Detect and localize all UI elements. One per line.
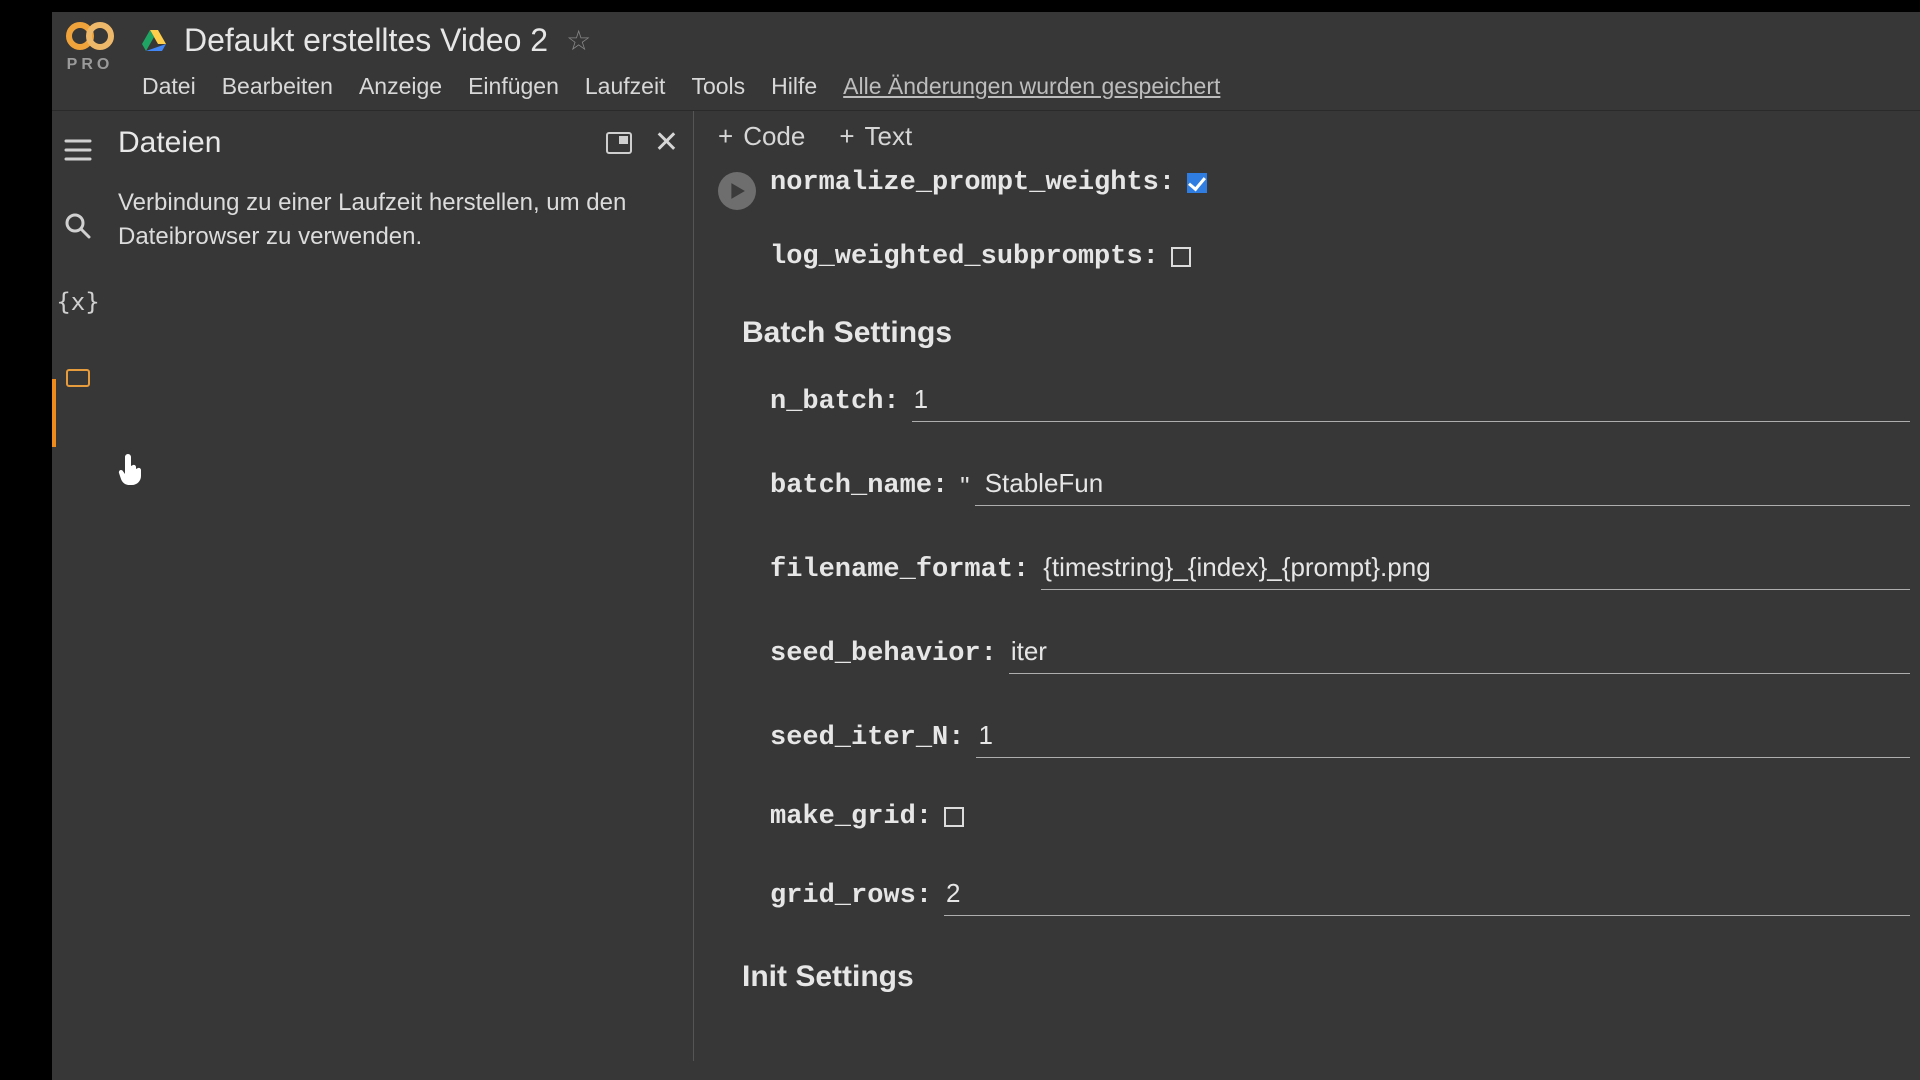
search-icon[interactable] bbox=[63, 211, 93, 241]
title-row: Defaukt erstelltes Video 2 ☆ bbox=[142, 22, 1220, 59]
filename-format-row: filename_format: bbox=[770, 550, 1910, 590]
n-batch-label: n_batch: bbox=[770, 387, 900, 417]
menu-view[interactable]: Anzeige bbox=[359, 73, 442, 100]
add-text-label: Text bbox=[865, 121, 913, 152]
active-marker bbox=[52, 379, 56, 447]
seed-behavior-input[interactable] bbox=[1009, 634, 1910, 674]
init-section-heading: Init Settings bbox=[742, 960, 1910, 994]
menu-insert[interactable]: Einfügen bbox=[468, 73, 559, 100]
batch-name-input[interactable] bbox=[975, 466, 1910, 506]
add-text-button[interactable]: + Text bbox=[839, 121, 912, 152]
n-batch-row: n_batch: bbox=[770, 382, 1910, 422]
seed-behavior-label: seed_behavior: bbox=[770, 639, 997, 669]
normalize-label: normalize_prompt_weights: bbox=[770, 168, 1175, 198]
add-code-button[interactable]: + Code bbox=[718, 121, 805, 152]
star-icon[interactable]: ☆ bbox=[566, 24, 591, 57]
document-title[interactable]: Defaukt erstelltes Video 2 bbox=[184, 22, 548, 59]
menu-file[interactable]: Datei bbox=[142, 73, 196, 100]
run-button[interactable] bbox=[718, 172, 756, 210]
log-label: log_weighted_subprompts: bbox=[770, 242, 1159, 272]
menu-runtime[interactable]: Laufzeit bbox=[585, 73, 666, 100]
pro-badge: PRO bbox=[67, 56, 114, 74]
colab-logo-icon bbox=[66, 22, 114, 50]
batch-section-heading: Batch Settings bbox=[742, 316, 1910, 350]
toc-icon[interactable] bbox=[63, 135, 93, 165]
colab-logo[interactable]: PRO bbox=[66, 22, 114, 74]
form-cell: normalize_prompt_weights: log_weighted_s… bbox=[770, 168, 1920, 1026]
save-status[interactable]: Alle Änderungen wurden gespeichert bbox=[843, 73, 1220, 100]
colab-app: PRO Defaukt erstelltes Video 2 ☆ Datei B… bbox=[52, 12, 1920, 1080]
log-checkbox[interactable] bbox=[1171, 247, 1191, 267]
seed-iter-n-input[interactable] bbox=[976, 718, 1910, 758]
files-panel-title: Dateien bbox=[118, 126, 221, 160]
menu-edit[interactable]: Bearbeiten bbox=[222, 73, 333, 100]
header-right: Defaukt erstelltes Video 2 ☆ Datei Bearb… bbox=[142, 22, 1220, 100]
plus-icon: + bbox=[718, 121, 733, 152]
filename-format-label: filename_format: bbox=[770, 555, 1029, 585]
make-grid-row: make_grid: bbox=[770, 802, 1910, 832]
menu-tools[interactable]: Tools bbox=[691, 73, 745, 100]
cell-toolbar: + Code + Text bbox=[694, 111, 1920, 168]
n-batch-input[interactable] bbox=[912, 382, 1910, 422]
seed-iter-n-label: seed_iter_N: bbox=[770, 723, 964, 753]
normalize-checkbox[interactable] bbox=[1187, 173, 1207, 193]
main-area: + Code + Text normalize_prompt_weights: lo… bbox=[694, 111, 1920, 1061]
seed-behavior-row: seed_behavior: bbox=[770, 634, 1910, 674]
files-panel-message: Verbindung zu einer Laufzeit herstellen,… bbox=[118, 186, 679, 253]
files-panel: Dateien ✕ Verbindung zu einer Laufzeit h… bbox=[104, 111, 694, 1061]
log-row: log_weighted_subprompts: bbox=[770, 242, 1910, 272]
grid-rows-row: grid_rows: bbox=[770, 876, 1910, 916]
notebook-cell: normalize_prompt_weights: log_weighted_s… bbox=[694, 168, 1920, 1026]
files-icon[interactable] bbox=[63, 363, 93, 393]
body: {x} Dateien ✕ Verbindung zu einer Laufze… bbox=[52, 111, 1920, 1061]
quote-mark: " bbox=[960, 471, 969, 502]
left-rail: {x} bbox=[52, 111, 104, 1061]
popout-icon[interactable] bbox=[606, 132, 632, 154]
batch-name-label: batch_name: bbox=[770, 471, 948, 501]
header: PRO Defaukt erstelltes Video 2 ☆ Datei B… bbox=[52, 12, 1920, 100]
seed-iter-n-row: seed_iter_N: bbox=[770, 718, 1910, 758]
grid-rows-label: grid_rows: bbox=[770, 881, 932, 911]
filename-format-input[interactable] bbox=[1041, 550, 1910, 590]
batch-name-row: batch_name: " bbox=[770, 466, 1910, 506]
files-panel-header: Dateien ✕ bbox=[118, 125, 679, 160]
grid-rows-input[interactable] bbox=[944, 876, 1910, 916]
normalize-row: normalize_prompt_weights: bbox=[770, 168, 1910, 198]
add-code-label: Code bbox=[743, 121, 805, 152]
play-icon bbox=[728, 182, 746, 200]
menu-help[interactable]: Hilfe bbox=[771, 73, 817, 100]
close-icon[interactable]: ✕ bbox=[654, 125, 679, 160]
menu-bar: Datei Bearbeiten Anzeige Einfügen Laufze… bbox=[142, 73, 1220, 100]
files-panel-actions: ✕ bbox=[606, 125, 679, 160]
make-grid-label: make_grid: bbox=[770, 802, 932, 832]
plus-icon: + bbox=[839, 121, 854, 152]
make-grid-checkbox[interactable] bbox=[944, 807, 964, 827]
drive-icon bbox=[142, 30, 166, 52]
variables-icon[interactable]: {x} bbox=[63, 287, 93, 317]
